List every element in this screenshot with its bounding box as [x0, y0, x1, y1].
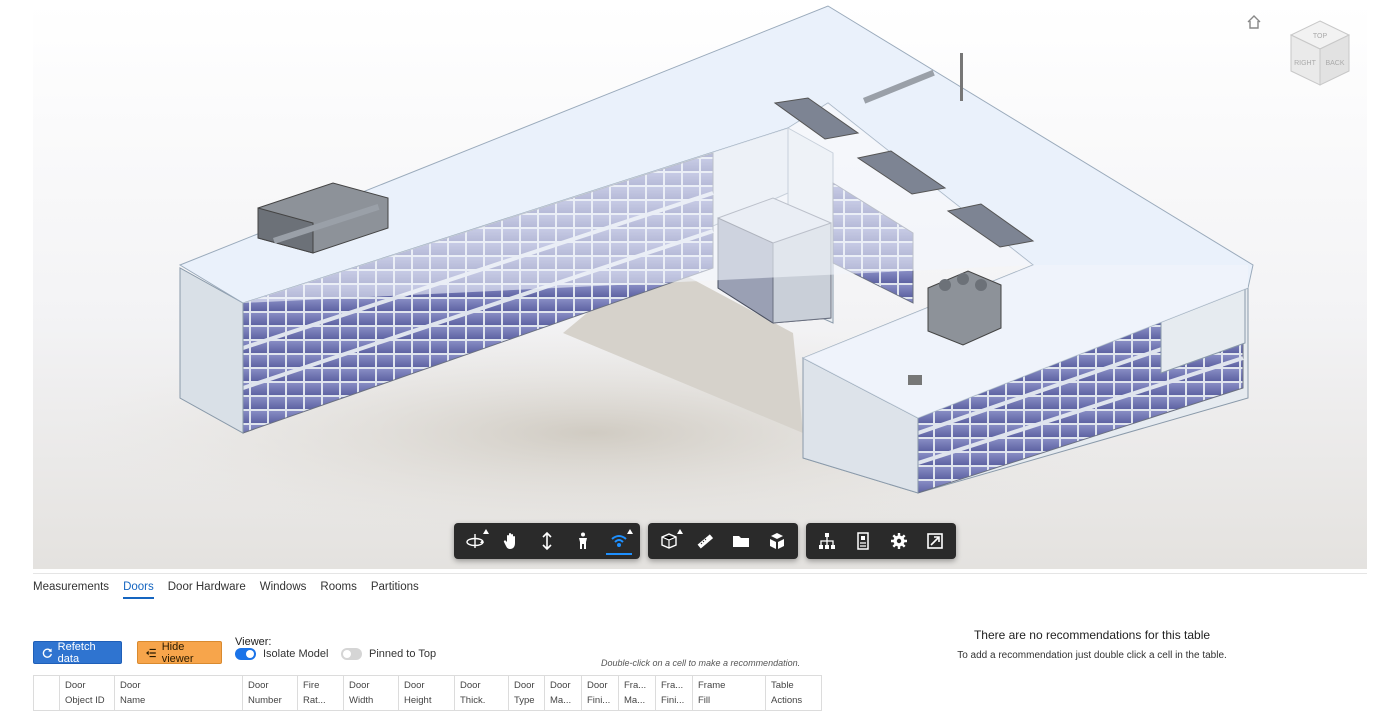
divider	[33, 573, 1367, 574]
camera-interactions-button[interactable]	[602, 526, 636, 556]
refetch-data-label: Refetch data	[57, 640, 96, 665]
column-header-line1: Door	[349, 680, 370, 691]
column-header[interactable]: Door Width	[343, 675, 399, 711]
toolbar-group-2	[648, 523, 798, 559]
hide-viewer-label: Hide viewer	[161, 640, 194, 665]
tab-windows[interactable]: Windows	[260, 581, 307, 599]
isolate-model-toggle-row: Isolate Model	[235, 648, 328, 660]
tab-measurements[interactable]: Measurements	[33, 581, 109, 599]
tab-door-hardware[interactable]: Door Hardware	[168, 581, 246, 599]
submenu-indicator	[483, 529, 489, 534]
recommendations-empty-title: There are no recommendations for this ta…	[973, 628, 1211, 642]
recommendation-hint: Double-click on a cell to make a recomme…	[601, 658, 801, 668]
column-header[interactable]: Fra... Fini...	[655, 675, 693, 711]
column-header-line1: Fra...	[624, 680, 647, 691]
hide-viewer-button[interactable]: Hide viewer	[137, 640, 222, 665]
zoom-icon	[542, 531, 552, 551]
column-header-line1: Frame	[698, 680, 726, 691]
viewer-toolbar	[454, 523, 956, 559]
viewer-options-label: Viewer:	[235, 636, 272, 648]
home-icon[interactable]	[1245, 13, 1263, 31]
refetch-data-button[interactable]: Refetch data	[33, 640, 122, 665]
fullscreen-icon	[927, 533, 943, 549]
model-browser-icon	[819, 533, 835, 549]
column-header[interactable]: Door Fini...	[581, 675, 619, 711]
column-header[interactable]: Fra... Ma...	[618, 675, 656, 711]
column-header-line1: Door	[120, 680, 141, 691]
column-header[interactable]: Door Name	[114, 675, 243, 711]
column-header[interactable]: Door Height	[398, 675, 455, 711]
building-model-3d[interactable]	[33, 3, 1367, 569]
zoom-button[interactable]	[530, 526, 564, 556]
column-header[interactable]: Frame Fill	[692, 675, 766, 711]
section-analysis-icon	[661, 533, 677, 549]
viewcube[interactable]: TOP RIGHT BACK	[1285, 17, 1355, 91]
table-header-row: Door Object ID Door Name Door Number Fire Rat..…	[33, 675, 822, 711]
model-browser-button[interactable]	[810, 526, 844, 556]
explode-model-button[interactable]	[760, 526, 794, 556]
orbit-icon	[466, 534, 484, 548]
column-header-line1: Door	[404, 680, 425, 691]
pinned-to-top-toggle[interactable]	[341, 648, 362, 660]
viewcube-right-label: RIGHT	[1294, 60, 1317, 67]
recommendations-empty-subtitle: To add a recommendation just double clic…	[957, 650, 1227, 661]
column-header-line1: Fra...	[661, 680, 684, 691]
isolate-model-toggle[interactable]	[235, 648, 256, 660]
pan-button[interactable]	[494, 526, 528, 556]
column-header-line1: Door	[248, 680, 269, 691]
column-header-line1: Door	[460, 680, 481, 691]
pan-icon	[503, 533, 515, 549]
measure-icon	[697, 534, 714, 549]
table-tabs: Measurements Doors Door Hardware Windows Roo…	[33, 581, 419, 599]
column-header-line1: Fire	[303, 680, 320, 691]
column-header[interactable]: Door Number	[242, 675, 298, 711]
measure-button[interactable]	[688, 526, 722, 556]
folder-button[interactable]	[724, 526, 758, 556]
collapse-list-icon	[146, 648, 156, 657]
viewcube-top-label: TOP	[1313, 33, 1328, 40]
column-header[interactable]: Fire Rat...	[297, 675, 344, 711]
column-header-line1: Door	[550, 680, 571, 691]
camera-interactions-icon	[611, 535, 627, 547]
tab-partitions[interactable]: Partitions	[371, 581, 419, 599]
row-select-header[interactable]	[33, 675, 60, 711]
tab-rooms[interactable]: Rooms	[320, 581, 356, 599]
pinned-to-top-toggle-row: Pinned to Top	[341, 648, 436, 660]
fullscreen-button[interactable]	[918, 526, 952, 556]
column-header[interactable]: Door Thick.	[454, 675, 509, 711]
properties-icon	[857, 532, 869, 550]
viewcube-back-label: BACK	[1325, 60, 1344, 67]
properties-button[interactable]	[846, 526, 880, 556]
submenu-indicator	[677, 529, 683, 534]
orbit-button[interactable]	[458, 526, 492, 556]
section-analysis-button[interactable]	[652, 526, 686, 556]
tab-doors[interactable]: Doors	[123, 581, 154, 599]
column-header[interactable]: Door Object ID	[59, 675, 115, 711]
model-viewer[interactable]: TOP RIGHT BACK	[33, 3, 1367, 569]
column-header-line1: Table	[771, 680, 794, 691]
refresh-icon	[42, 648, 52, 658]
settings-gear-icon	[891, 533, 907, 549]
toolbar-group-3	[806, 523, 956, 559]
column-header[interactable]: Table Actions	[765, 675, 822, 711]
column-header[interactable]: Door Ma...	[544, 675, 582, 711]
folder-icon	[733, 536, 749, 547]
column-header[interactable]: Door Type	[508, 675, 545, 711]
settings-gear-button[interactable]	[882, 526, 916, 556]
submenu-indicator	[627, 529, 633, 534]
column-header-line1: Door	[514, 680, 535, 691]
explode-model-icon	[770, 533, 784, 549]
toolbar-group-1	[454, 523, 640, 559]
column-header-line1: Door	[587, 680, 608, 691]
first-person-icon	[579, 532, 587, 549]
first-person-button[interactable]	[566, 526, 600, 556]
pinned-to-top-label: Pinned to Top	[369, 648, 437, 660]
isolate-model-label: Isolate Model	[263, 648, 329, 660]
column-header-line1: Door	[65, 680, 86, 691]
